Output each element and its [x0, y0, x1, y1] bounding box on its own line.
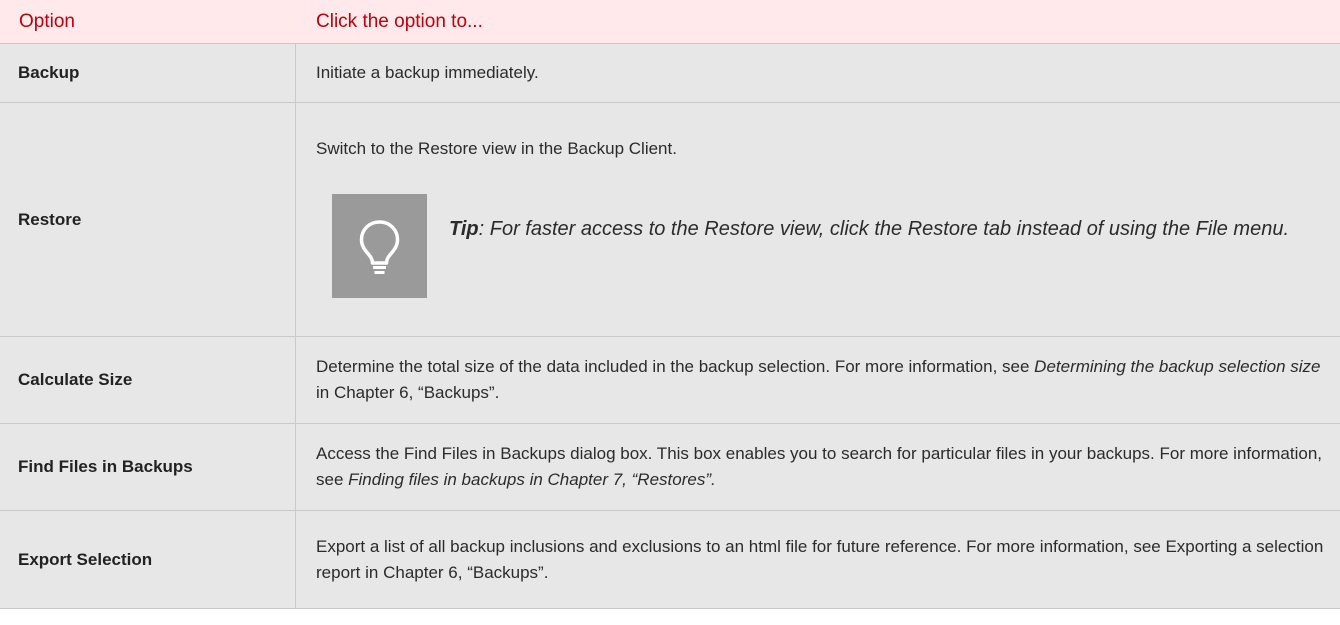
- table-row: Backup Initiate a backup immediately.: [0, 44, 1340, 103]
- header-description: Click the option to...: [316, 11, 483, 32]
- description-text: Initiate a backup immediately.: [316, 63, 539, 82]
- tip-text: Tip: For faster access to the Restore vi…: [449, 214, 1320, 245]
- description-text: Determine the total size of the data inc…: [316, 354, 1330, 406]
- table-row: Find Files in Backups Access the Find Fi…: [0, 424, 1340, 511]
- table-row: Export Selection Export a list of all ba…: [0, 511, 1340, 609]
- option-name: Export Selection: [0, 511, 296, 608]
- description-link-text: Determining the backup selection size: [1034, 357, 1321, 376]
- description-text: Access the Find Files in Backups dialog …: [316, 441, 1330, 493]
- option-description: Initiate a backup immediately.: [297, 44, 1340, 102]
- option-description: Determine the total size of the data inc…: [297, 337, 1340, 423]
- option-name: Calculate Size: [0, 337, 296, 423]
- tip-callout: Tip: For faster access to the Restore vi…: [316, 194, 1330, 298]
- table-row: Calculate Size Determine the total size …: [0, 337, 1340, 424]
- option-description: Export a list of all backup inclusions a…: [297, 511, 1340, 608]
- description-text: Switch to the Restore view in the Backup…: [316, 139, 677, 158]
- header-option: Option: [19, 11, 75, 32]
- lightbulb-icon: [332, 194, 427, 298]
- table-header: Option Click the option to...: [0, 0, 1340, 44]
- description-text: Export a list of all backup inclusions a…: [316, 536, 1324, 582]
- tip-label: Tip: [449, 218, 479, 240]
- option-name: Backup: [0, 44, 296, 102]
- tip-body: : For faster access to the Restore view,…: [478, 218, 1290, 240]
- option-description: Switch to the Restore view in the Backup…: [297, 103, 1340, 336]
- option-name: Find Files in Backups: [0, 424, 296, 510]
- option-name: Restore: [0, 103, 296, 336]
- description-part: Determine the total size of the data inc…: [316, 357, 1035, 376]
- description-link-text: Finding files in backups in Chapter 7, “…: [348, 470, 716, 489]
- description-part: in Chapter 6, “Backups”.: [316, 383, 500, 402]
- option-description: Access the Find Files in Backups dialog …: [297, 424, 1340, 510]
- table-row: Restore Switch to the Restore view in th…: [0, 103, 1340, 337]
